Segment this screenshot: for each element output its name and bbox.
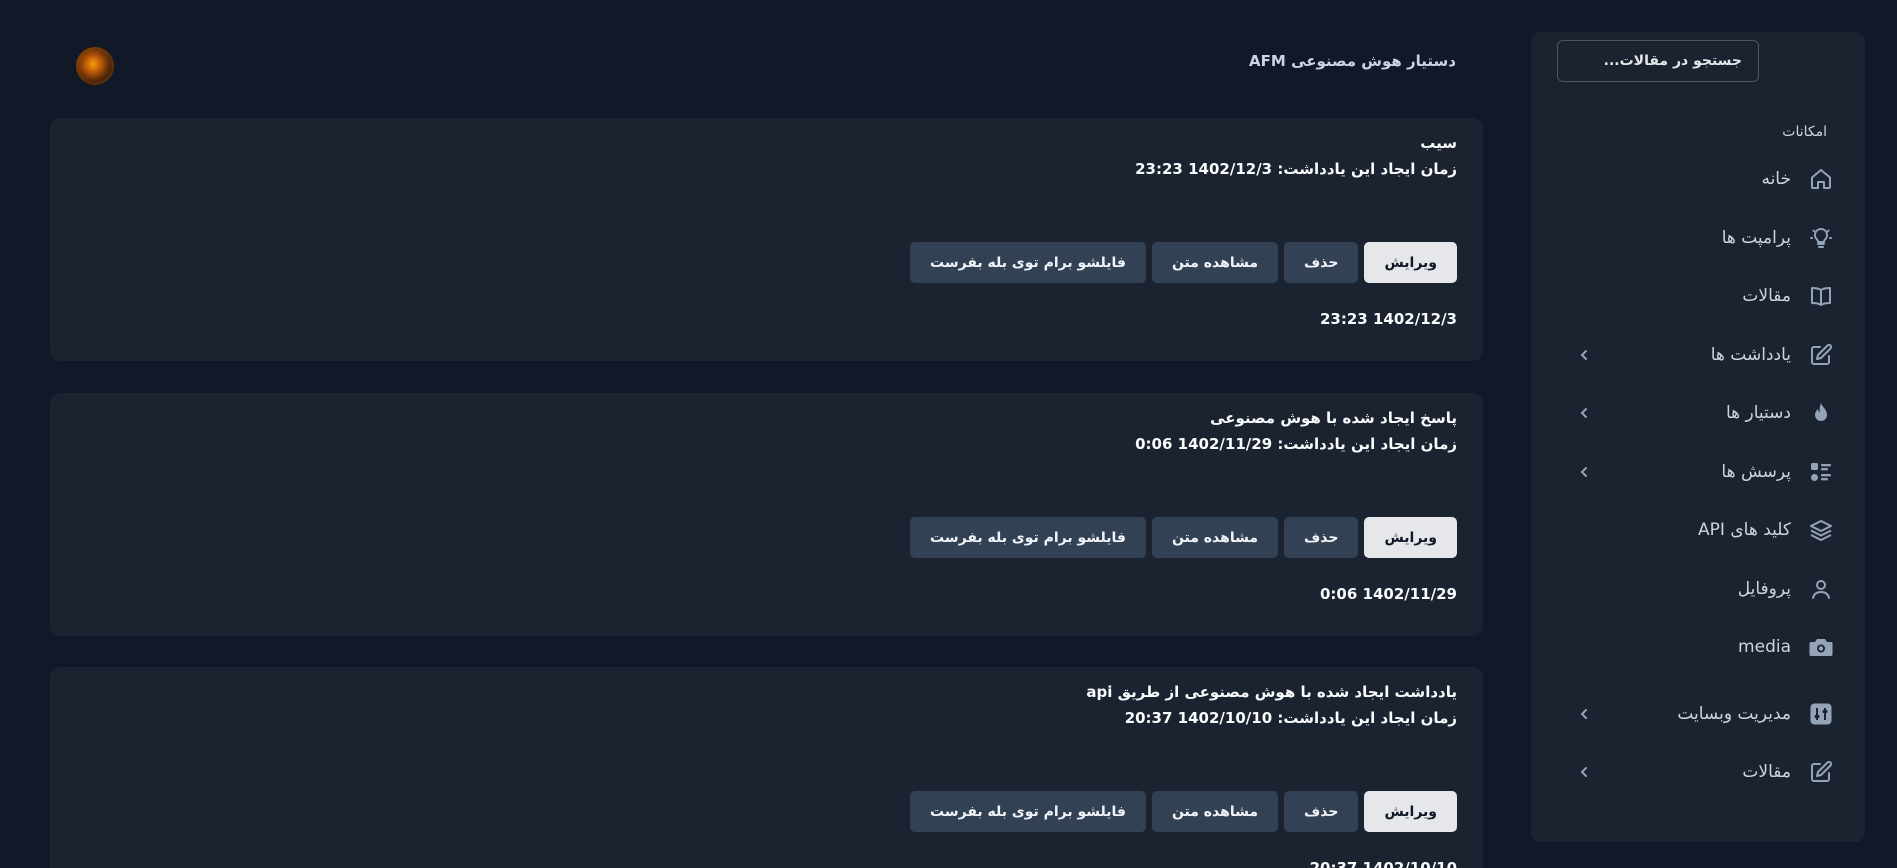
chevron-left-icon [1577,348,1591,362]
sidebar-item-home[interactable]: خانه [1531,156,1865,202]
sidebar-item-label: خانه [1761,169,1791,189]
chevron-left-icon [1577,465,1591,479]
sidebar-item-label: پرسش ها [1721,462,1791,482]
note-created-time: زمان ایجاد این یادداشت: 1402/10/10 20:37 [1124,709,1457,727]
sidebar-item-label: مدیریت وبسایت [1677,704,1791,724]
sidebar-item-media[interactable]: media [1531,624,1865,670]
edit-button[interactable]: ویرایش [1364,517,1457,558]
user-icon [1807,575,1835,603]
note-card: یادداشت ایجاد شده با هوش مصنوعی از طریق … [50,667,1483,868]
delete-button[interactable]: حذف [1284,242,1359,283]
sidebar-item-label: یادداشت ها [1710,345,1791,365]
note-title: پاسخ ایجاد شده با هوش مصنوعی [1210,409,1457,427]
sidebar-item-label: پروفایل [1737,579,1791,599]
note-date: 20:37 1402/10/10 [1309,859,1457,868]
view-text-button[interactable]: مشاهده متن [1151,791,1279,832]
sidebar-item-articles-manage[interactable]: مقالات [1531,749,1865,795]
avatar[interactable] [76,47,114,85]
note-date: 23:23 1402/12/3 [1320,310,1457,328]
chevron-left-icon [1577,707,1591,721]
sidebar-section-title: امکانات [1782,124,1827,140]
send-file-button[interactable]: فایلشو برام توی بله بفرست [910,791,1146,832]
note-card: پاسخ ایجاد شده با هوش مصنوعی زمان ایجاد … [50,393,1483,636]
note-card: سیب زمان ایجاد این یادداشت: 1402/12/3 23… [50,118,1483,361]
sidebar-item-questions[interactable]: پرسش ها [1531,449,1865,495]
note-actions: ویرایش حذف مشاهده متن فایلشو برام توی بل… [910,242,1457,283]
list-icon [1807,458,1835,486]
home-icon [1807,165,1835,193]
flame-icon [1807,399,1835,427]
view-text-button[interactable]: مشاهده متن [1151,517,1279,558]
sidebar-item-label: مقالات [1742,762,1791,782]
sidebar-item-label: دستیار ها [1725,403,1791,423]
sidebar-item-assistants[interactable]: دستیار ها [1531,390,1865,436]
edit-button[interactable]: ویرایش [1364,242,1457,283]
delete-button[interactable]: حذف [1284,517,1359,558]
book-icon [1807,282,1835,310]
edit-icon [1807,758,1835,786]
edit-button[interactable]: ویرایش [1364,791,1457,832]
note-created-time: زمان ایجاد این یادداشت: 1402/12/3 23:23 [1135,160,1457,178]
sidebar-item-label: پرامپت ها [1721,228,1791,248]
lightbulb-icon [1807,224,1835,252]
note-title: یادداشت ایجاد شده با هوش مصنوعی از طریق … [1086,683,1457,701]
sidebar-item-api-keys[interactable]: کلید های API [1531,507,1865,553]
note-title: سیب [1420,134,1457,152]
edit-icon [1807,341,1835,369]
delete-button[interactable]: حذف [1284,791,1359,832]
chevron-left-icon [1577,765,1591,779]
sidebar-item-notes[interactable]: یادداشت ها [1531,332,1865,378]
note-actions: ویرایش حذف مشاهده متن فایلشو برام توی بل… [910,791,1457,832]
send-file-button[interactable]: فایلشو برام توی بله بفرست [910,242,1146,283]
camera-icon [1807,633,1835,661]
search-input[interactable] [1557,40,1759,82]
note-created-time: زمان ایجاد این یادداشت: 1402/11/29 0:06 [1135,435,1457,453]
sidebar-item-label: مقالات [1742,286,1791,306]
note-actions: ویرایش حذف مشاهده متن فایلشو برام توی بل… [910,517,1457,558]
app-title: دستیار هوش مصنوعی AFM [1249,52,1456,70]
sidebar-item-articles[interactable]: مقالات [1531,273,1865,319]
layers-icon [1807,516,1835,544]
note-date: 0:06 1402/11/29 [1320,585,1457,603]
sidebar-item-website-management[interactable]: مدیریت وبسایت [1531,691,1865,737]
sidebar-item-prompts[interactable]: پرامپت ها [1531,215,1865,261]
sidebar-item-profile[interactable]: پروفایل [1531,566,1865,612]
chevron-left-icon [1577,406,1591,420]
sidebar-item-label: media [1738,637,1791,657]
sidebar-item-label: کلید های API [1698,520,1791,540]
view-text-button[interactable]: مشاهده متن [1151,242,1279,283]
sidebar: امکانات خانه پرامپت ها مقالات یادداشت ها… [1531,32,1865,842]
sliders-icon [1807,700,1835,728]
send-file-button[interactable]: فایلشو برام توی بله بفرست [910,517,1146,558]
